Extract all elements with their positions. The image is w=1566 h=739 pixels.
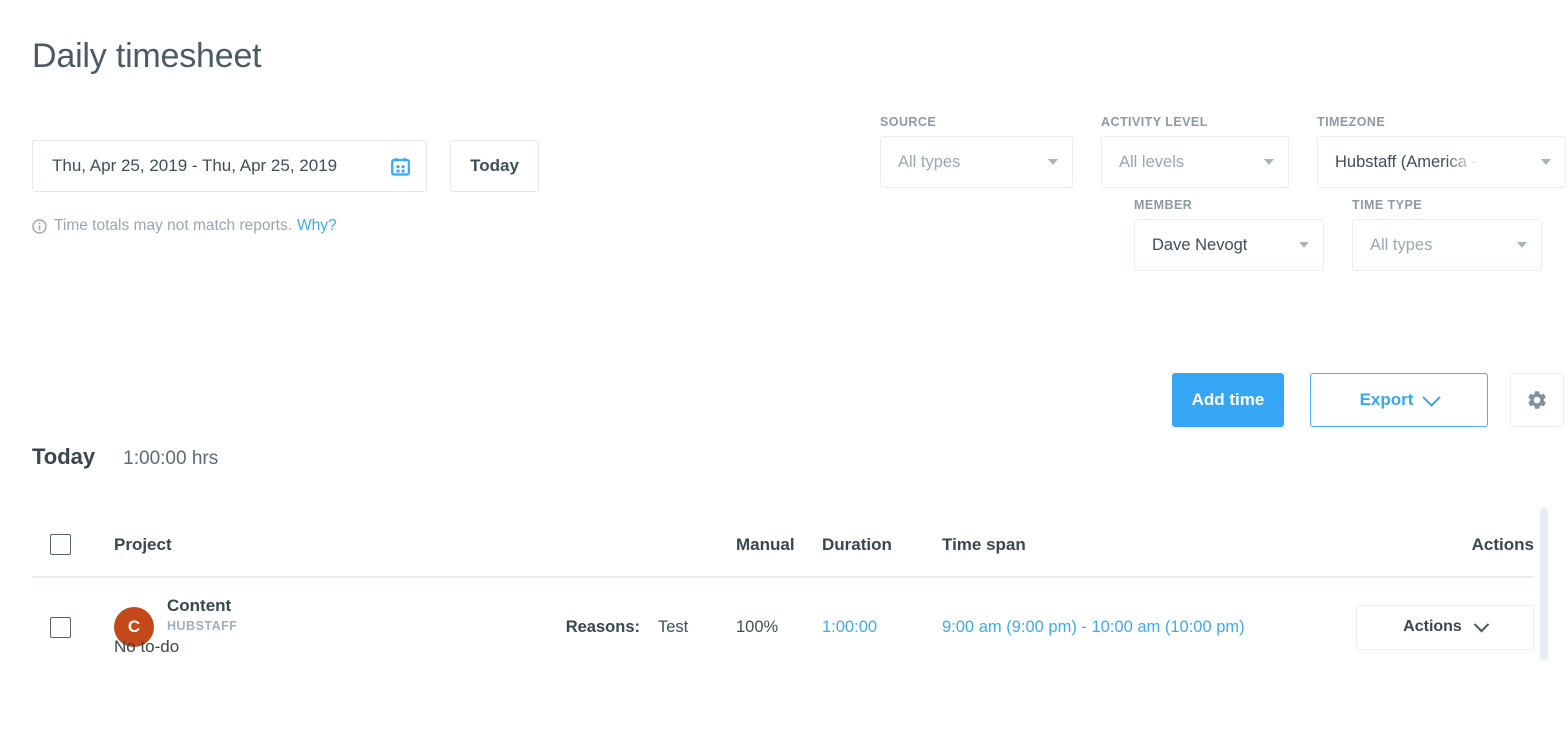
- filter-time-type: TIME TYPE All types: [1352, 198, 1542, 271]
- filter-time-type-label: TIME TYPE: [1352, 198, 1423, 212]
- export-button-label: Export: [1359, 390, 1414, 409]
- time-totals-notice: Time totals may not match reports. Why?: [32, 217, 337, 235]
- duration-link[interactable]: 1:00:00: [822, 618, 877, 636]
- time-span-link[interactable]: 9:00 am (9:00 pm) - 10:00 am (10:00 pm): [942, 618, 1245, 636]
- column-header-project: Project: [114, 534, 172, 554]
- settings-button[interactable]: [1510, 373, 1564, 427]
- calendar-icon: [391, 157, 410, 176]
- row-actions-cell: Actions: [1322, 604, 1534, 650]
- row-duration-cell: 1:00:00: [822, 618, 942, 637]
- filter-source-label: SOURCE: [880, 115, 937, 129]
- member-select-value: Dave Nevogt: [1152, 235, 1248, 254]
- row-reasons-label-cell: Reasons:: [508, 618, 658, 637]
- daterange-toolbar: Thu, Apr 25, 2019 - Thu, Apr 25, 2019 To…: [32, 140, 539, 192]
- gear-icon: [1526, 389, 1548, 411]
- chevron-down-icon: [1422, 387, 1442, 407]
- member-select[interactable]: Dave Nevogt: [1134, 219, 1324, 271]
- add-time-button[interactable]: Add time: [1172, 373, 1284, 427]
- row-select-cell: [32, 616, 114, 638]
- chevron-down-icon: [1473, 616, 1490, 632]
- row-manual-cell: 100%: [736, 618, 822, 637]
- filter-activity-level-label: ACTIVITY LEVEL: [1101, 115, 1208, 129]
- timesheet-table: Project Manual Duration Time span Action…: [32, 513, 1534, 676]
- chevron-down-icon: [1299, 242, 1309, 248]
- project-todo: No to-do: [114, 637, 180, 656]
- date-range-value: Thu, Apr 25, 2019 - Thu, Apr 25, 2019: [52, 156, 338, 175]
- row-reason-cell: Test: [658, 618, 736, 637]
- row-actions-button[interactable]: Actions: [1356, 604, 1534, 650]
- day-summary: Today 1:00:00 hrs: [32, 444, 218, 470]
- row-project-cell: C Content HUBSTAFF No to-do: [114, 595, 508, 659]
- time-type-select[interactable]: All types: [1352, 219, 1542, 271]
- notice-text: Time totals may not match reports.: [54, 217, 293, 234]
- row-time-span-cell: 9:00 am (9:00 pm) - 10:00 am (10:00 pm): [942, 618, 1322, 637]
- reasons-label: Reasons:: [565, 617, 640, 636]
- chevron-down-icon: [1264, 159, 1274, 165]
- day-summary-total: 1:00:00 hrs: [123, 448, 219, 469]
- chevron-down-icon: [1541, 159, 1551, 165]
- filter-timezone: TIMEZONE Hubstaff (America -: [1317, 115, 1566, 188]
- project-info: Content HUBSTAFF No to-do: [114, 595, 238, 659]
- row-checkbox[interactable]: [50, 616, 71, 638]
- notice-why-link[interactable]: Why?: [297, 217, 337, 235]
- select-all-cell: [32, 534, 114, 555]
- select-all-checkbox[interactable]: [50, 534, 71, 555]
- filter-activity-level: ACTIVITY LEVEL All levels: [1101, 115, 1289, 188]
- date-range-picker[interactable]: Thu, Apr 25, 2019 - Thu, Apr 25, 2019: [32, 140, 427, 192]
- info-circle-icon: [32, 218, 47, 234]
- daily-timesheet-page: Daily timesheet Thu, Apr 25, 2019 - Thu,…: [0, 0, 1566, 739]
- page-title: Daily timesheet: [32, 37, 262, 75]
- today-button[interactable]: Today: [450, 140, 539, 192]
- project-organization: HUBSTAFF: [167, 619, 238, 633]
- chevron-down-icon: [1517, 242, 1527, 248]
- vertical-scrollbar-thumb[interactable]: [1540, 508, 1548, 661]
- activity-level-select-value: All levels: [1119, 152, 1185, 171]
- chevron-down-icon: [1048, 159, 1058, 165]
- toolbar-actions: Add time Export: [1172, 373, 1564, 427]
- column-header-actions: Actions: [1471, 534, 1534, 554]
- timezone-select[interactable]: Hubstaff (America -: [1317, 136, 1566, 188]
- column-header-manual: Manual: [736, 534, 795, 554]
- filter-member: MEMBER Dave Nevogt: [1134, 198, 1324, 271]
- filter-source: SOURCE All types: [880, 115, 1073, 188]
- table-row: C Content HUBSTAFF No to-do Reasons: Tes…: [32, 578, 1534, 676]
- source-select-value: All types: [898, 152, 961, 171]
- filter-member-label: MEMBER: [1134, 198, 1193, 212]
- activity-level-select[interactable]: All levels: [1101, 136, 1289, 188]
- timezone-select-value: Hubstaff (America -: [1335, 152, 1477, 171]
- filter-timezone-label: TIMEZONE: [1317, 115, 1386, 129]
- project-name[interactable]: Content: [167, 595, 237, 617]
- time-type-select-value: All types: [1370, 235, 1433, 254]
- day-summary-label: Today: [32, 444, 96, 469]
- table-header-row: Project Manual Duration Time span Action…: [32, 513, 1534, 578]
- column-header-time-span: Time span: [942, 534, 1026, 554]
- manual-value: 100%: [736, 617, 779, 636]
- row-actions-label: Actions: [1403, 618, 1462, 635]
- source-select[interactable]: All types: [880, 136, 1073, 188]
- vertical-scrollbar[interactable]: [1540, 500, 1548, 739]
- column-header-duration: Duration: [822, 534, 892, 554]
- export-button[interactable]: Export: [1310, 373, 1488, 427]
- reason-value: Test: [658, 617, 689, 636]
